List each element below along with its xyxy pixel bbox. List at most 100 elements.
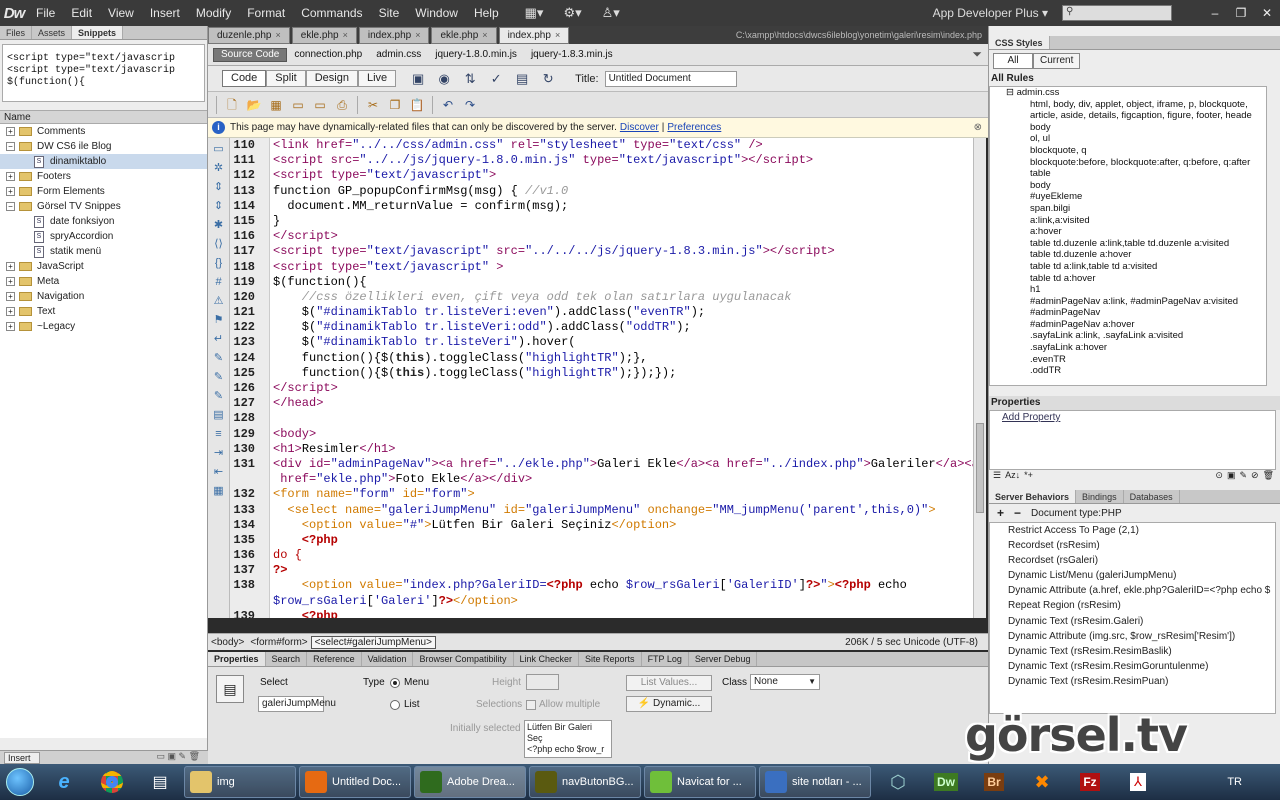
allow-multiple-checkbox[interactable] xyxy=(526,700,536,710)
close-tab-icon[interactable]: × xyxy=(555,28,560,43)
disable-rule-icon[interactable]: ⊘ xyxy=(1251,470,1259,484)
doc-tab-ekle[interactable]: ekle.php × xyxy=(291,27,357,44)
tree-item[interactable]: + Form Elements xyxy=(0,184,207,199)
tree-item[interactable]: Sstatik menü xyxy=(0,244,207,259)
stylesheet-root[interactable]: ⊟ admin.css xyxy=(990,87,1266,99)
collapse-full-tag-icon[interactable]: ⇕ xyxy=(208,180,229,195)
tab-link-checker[interactable]: Link Checker xyxy=(514,652,580,666)
new-css-rule-icon[interactable]: ▣ xyxy=(1227,470,1236,484)
related-admin-css[interactable]: admin.css xyxy=(369,49,428,60)
insert-panel-tab[interactable]: Insert xyxy=(4,752,40,764)
acrobat-icon[interactable]: ⅄ xyxy=(1114,765,1162,799)
css-rule[interactable]: a:link,a:visited xyxy=(990,215,1266,227)
title-input[interactable]: Untitled Document xyxy=(604,70,737,87)
server-behavior-item[interactable]: Dynamic Text (rsResim.ResimPuan) xyxy=(990,674,1275,689)
menu-format[interactable]: Format xyxy=(239,0,293,26)
visual-aids-icon[interactable]: ▤ xyxy=(514,71,530,87)
close-tab-icon[interactable]: × xyxy=(276,28,281,43)
chrome-icon[interactable] xyxy=(88,765,136,799)
menu-edit[interactable]: Edit xyxy=(63,0,100,26)
collapse-selection-icon[interactable]: ⇕ xyxy=(208,199,229,214)
expand-icon[interactable]: + xyxy=(6,322,15,331)
list-values-button[interactable]: List Values... xyxy=(626,675,712,691)
collapse-icon[interactable]: − xyxy=(6,202,15,211)
refresh-icon[interactable]: ↻ xyxy=(540,71,556,87)
apply-comment-icon[interactable]: ✎ xyxy=(208,351,229,366)
tree-item[interactable]: + ~Legacy xyxy=(0,319,207,334)
tree-item[interactable]: + Comments xyxy=(0,124,207,139)
tag-select[interactable]: <select#galeriJumpMenu> xyxy=(310,635,436,649)
css-rule[interactable]: .oddTR xyxy=(990,365,1266,377)
doc-tab-index-active[interactable]: index.php × xyxy=(498,27,570,44)
tag-body[interactable]: <body> xyxy=(208,637,247,648)
word-wrap-icon[interactable]: ↵ xyxy=(208,332,229,347)
tab-css-styles[interactable]: CSS Styles xyxy=(989,36,1050,49)
tree-item[interactable]: + Footers xyxy=(0,169,207,184)
virtualbox-icon[interactable]: ⬡ xyxy=(874,765,922,799)
css-rule[interactable]: table td.duzenle a:link,table td.duzenle… xyxy=(990,238,1266,250)
copy-icon[interactable]: ❐ xyxy=(385,95,405,115)
tab-snippets[interactable]: Snippets xyxy=(72,26,124,39)
taskbar-button[interactable]: site notları - ... xyxy=(759,766,871,798)
type-menu-radio[interactable] xyxy=(390,678,400,688)
tree-item[interactable]: − Görsel TV Snippes xyxy=(0,199,207,214)
collapse-icon[interactable]: − xyxy=(6,142,15,151)
language-indicator[interactable]: TR xyxy=(1227,776,1242,788)
expand-icon[interactable]: + xyxy=(6,307,15,316)
remove-behavior-button[interactable]: − xyxy=(1014,506,1021,520)
notepad-icon[interactable]: ▤ xyxy=(136,765,184,799)
attach-stylesheet-icon[interactable]: ⊙ xyxy=(1215,470,1223,484)
css-rule[interactable]: blockquote, q xyxy=(990,145,1266,157)
start-button[interactable] xyxy=(0,764,40,800)
move-css-icon[interactable]: ≡ xyxy=(208,427,229,442)
undo-icon[interactable]: ↶ xyxy=(438,95,458,115)
css-rule[interactable]: a:hover xyxy=(990,226,1266,238)
type-list-radio[interactable] xyxy=(390,700,400,710)
workspace-switcher[interactable]: App Developer Plus ▾ xyxy=(933,6,1048,20)
css-rule[interactable]: table td a:hover xyxy=(990,273,1266,285)
tag-form[interactable]: <form#form> xyxy=(247,637,310,648)
css-rule[interactable]: body xyxy=(990,180,1266,192)
add-behavior-button[interactable]: + xyxy=(997,506,1004,520)
server-behavior-item[interactable]: Repeat Region (rsResim) xyxy=(990,598,1275,613)
tree-item[interactable]: SspryAccordion xyxy=(0,229,207,244)
server-behavior-item[interactable]: Recordset (rsResim) xyxy=(990,538,1275,553)
multiscreen-icon[interactable]: ▣ xyxy=(410,71,426,87)
expand-icon[interactable]: + xyxy=(6,172,15,181)
tree-item[interactable]: − DW CS6 ile Blog xyxy=(0,139,207,154)
server-behavior-item[interactable]: Restrict Access To Page (2,1) xyxy=(990,523,1275,538)
menu-modify[interactable]: Modify xyxy=(188,0,239,26)
server-behavior-item[interactable]: Dynamic Text (rsResim.ResimBaslik) xyxy=(990,644,1275,659)
menu-window[interactable]: Window xyxy=(407,0,466,26)
doc-tab-index[interactable]: index.php × xyxy=(358,27,430,44)
wrap-tag-icon[interactable]: ✎ xyxy=(208,389,229,404)
edit-rule-icon[interactable]: ✎ xyxy=(1239,470,1247,484)
taskbar-button[interactable]: img xyxy=(184,766,296,798)
expand-icon[interactable]: + xyxy=(6,277,15,286)
category-view-icon[interactable]: ☰ xyxy=(993,470,1001,484)
menu-commands[interactable]: Commands xyxy=(293,0,370,26)
tree-item[interactable]: + Text xyxy=(0,304,207,319)
preview-browser-icon[interactable]: ◉ xyxy=(436,71,452,87)
css-rule[interactable]: span.bilgi xyxy=(990,203,1266,215)
new-document-icon[interactable]: 🗋 xyxy=(222,95,242,115)
snippet-actions-icon[interactable]: ▭ ▣ ✎ 🗑 xyxy=(157,751,200,762)
tab-properties[interactable]: Properties xyxy=(208,652,266,666)
w3c-validation-icon[interactable]: ✓ xyxy=(488,71,504,87)
alphabetical-view-icon[interactable]: Az↓ xyxy=(1005,470,1020,484)
save-icon[interactable]: ▭ xyxy=(288,95,308,115)
remove-comment-icon[interactable]: ✎ xyxy=(208,370,229,385)
related-connection[interactable]: connection.php xyxy=(287,49,369,60)
xampp-icon[interactable]: ✖ xyxy=(1018,765,1066,799)
taskbar-button[interactable]: navButonBG... xyxy=(529,766,641,798)
css-rule[interactable]: table xyxy=(990,168,1266,180)
tree-item[interactable]: + JavaScript xyxy=(0,259,207,274)
server-behavior-item[interactable]: Dynamic Attribute (a.href, ekle.php?Gale… xyxy=(990,583,1275,598)
doc-tab-ekle-2[interactable]: ekle.php × xyxy=(431,27,497,44)
expand-icon[interactable]: + xyxy=(6,262,15,271)
outdent-icon[interactable]: ⇤ xyxy=(208,465,229,480)
css-rule[interactable]: #uyeEkleme xyxy=(990,191,1266,203)
close-icon[interactable]: ⊗ xyxy=(974,122,982,133)
open-documents-icon[interactable]: ▭ xyxy=(208,142,229,157)
css-rule[interactable]: article, aside, details, figcaption, fig… xyxy=(990,110,1266,122)
